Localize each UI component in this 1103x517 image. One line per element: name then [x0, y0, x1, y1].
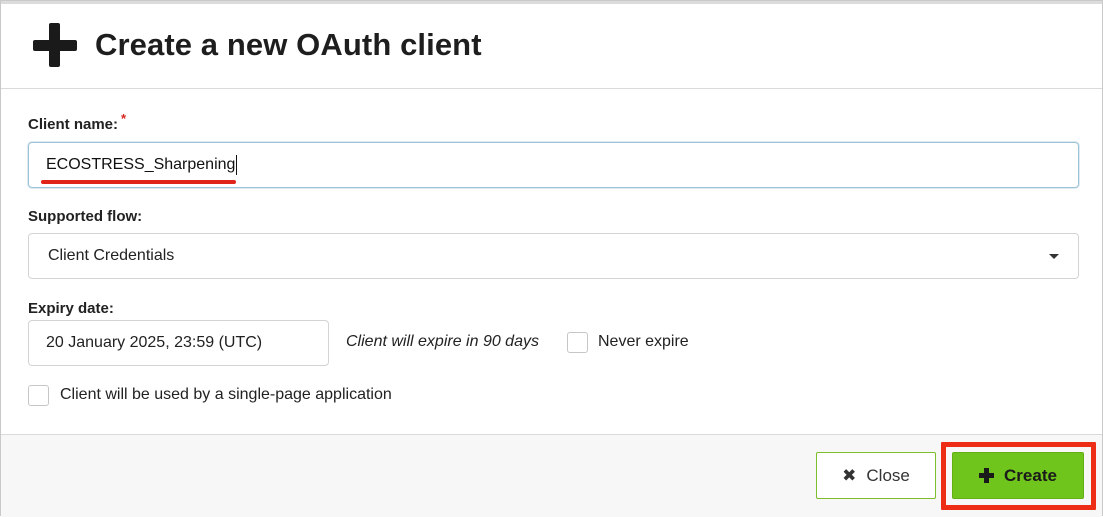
never-expire-label: Never expire: [598, 333, 689, 350]
dialog-title: Create a new OAuth client: [95, 26, 482, 62]
dialog-header: Create a new OAuth client: [1, 1, 1102, 89]
close-icon: ✖: [842, 466, 857, 485]
close-button-label: Close: [866, 465, 910, 485]
expiry-date-input[interactable]: 20 January 2025, 23:59 (UTC): [28, 320, 329, 366]
plus-icon: [979, 468, 995, 483]
annotation-underline: [41, 180, 236, 184]
expiry-date-value: 20 January 2025, 23:59 (UTC): [46, 334, 263, 351]
chevron-down-icon: [1049, 254, 1059, 259]
create-button-label: Create: [1004, 465, 1057, 485]
client-name-label-text: Client name:: [28, 116, 119, 133]
supported-flow-select[interactable]: Client Credentials: [28, 233, 1079, 279]
never-expire-checkbox[interactable]: [567, 332, 588, 353]
expiry-note: Client will expire in 90 days: [346, 333, 539, 350]
expiry-date-label: Expiry date:: [28, 300, 114, 317]
dialog-body: Client name: * ECOSTRESS_Sharpening Suppo…: [1, 90, 1102, 434]
client-name-label: Client name: *: [28, 111, 126, 133]
single-page-app-checkbox[interactable]: [28, 385, 49, 406]
client-name-value: ECOSTRESS_Sharpening: [46, 156, 236, 173]
supported-flow-label: Supported flow:: [28, 208, 143, 225]
create-button[interactable]: Create: [952, 452, 1084, 499]
close-button[interactable]: ✖ Close: [816, 452, 936, 499]
plus-icon: [33, 22, 77, 67]
supported-flow-value: Client Credentials: [48, 247, 175, 264]
required-marker: *: [121, 111, 127, 126]
single-page-app-label: Client will be used by a single-page app…: [60, 386, 392, 403]
dialog-footer: ✖ Close Create: [1, 434, 1102, 517]
text-caret: [236, 155, 238, 175]
oauth-client-dialog: Create a new OAuth client Client name: * …: [0, 0, 1103, 517]
